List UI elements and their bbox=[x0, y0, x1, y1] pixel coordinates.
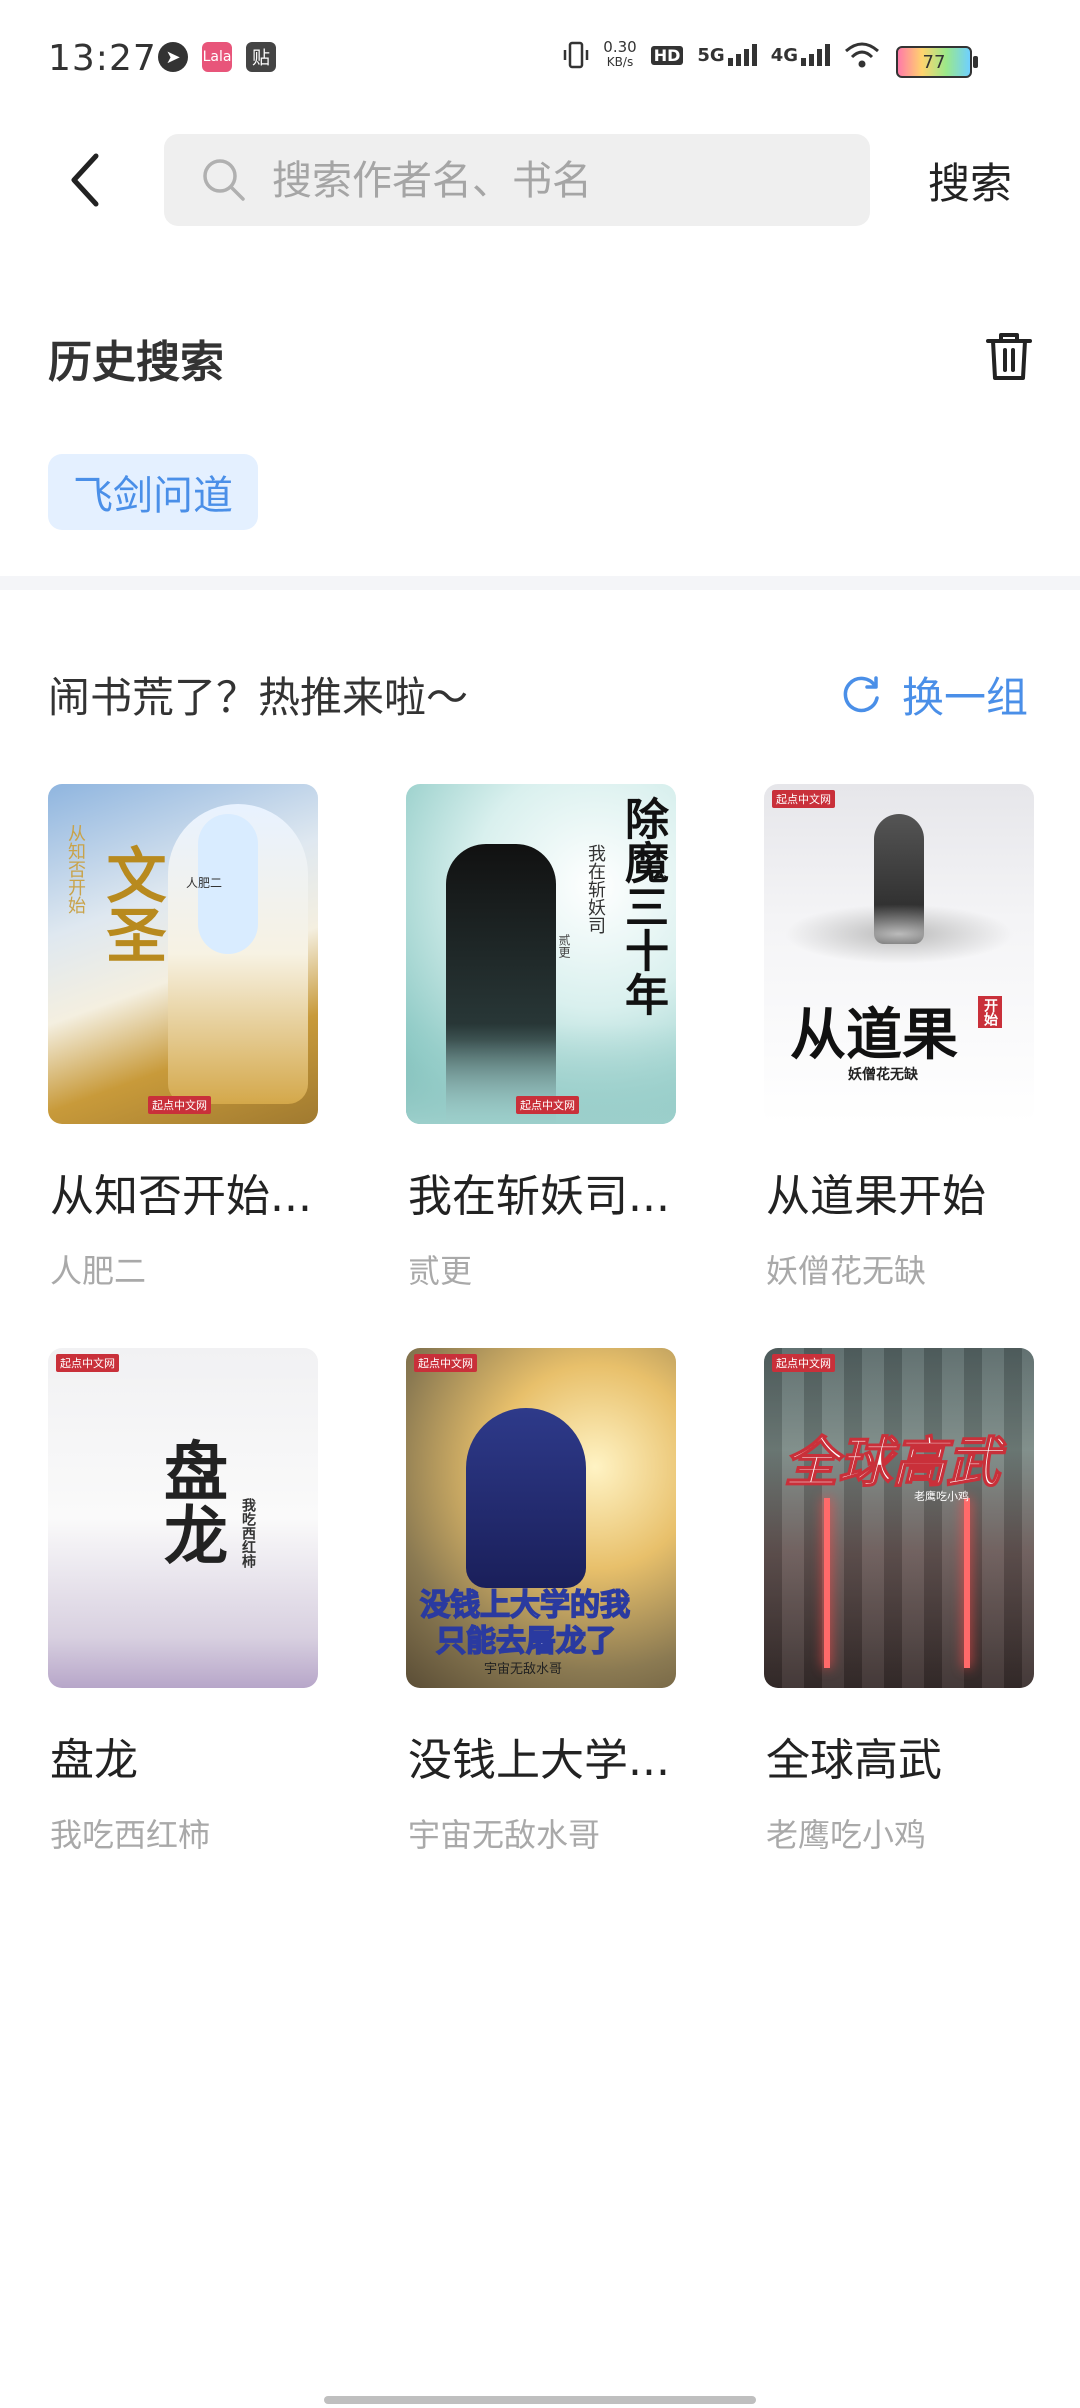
book-author: 人肥二 bbox=[50, 1252, 147, 1290]
book-author: 妖僧花无缺 bbox=[766, 1252, 927, 1290]
book-cover[interactable]: 没钱上大学的我 只能去屠龙了 宇宙无敌水哥 起点中文网 bbox=[406, 1348, 676, 1688]
history-title: 历史搜索 bbox=[48, 337, 224, 388]
book-card[interactable]: 除魔三十年 我在斩妖司 贰更 起点中文网 我在斩妖司... 贰更 bbox=[406, 784, 676, 1290]
vibrate-icon bbox=[564, 41, 589, 69]
refresh-label: 换一组 bbox=[902, 673, 1029, 722]
book-card[interactable]: 盘龙 我吃西红柿 起点中文网 盘龙 我吃西红柿 bbox=[48, 1348, 318, 1854]
book-title: 我在斩妖司... bbox=[408, 1171, 670, 1222]
back-button[interactable] bbox=[62, 150, 112, 210]
sim1-signal-icon: 5G bbox=[697, 44, 757, 66]
status-time: 13:27 bbox=[48, 38, 157, 79]
status-bar: 13:27 ➤ Lala 贴 0.30 KB/s HD 5G 4G 77 bbox=[0, 0, 1080, 120]
book-card[interactable]: 文圣 从知否开始 人肥二 起点中文网 从知否开始... 人肥二 bbox=[48, 784, 318, 1290]
book-cover[interactable]: 从道果 开始 妖僧花无缺 起点中文网 bbox=[764, 784, 1034, 1124]
recommend-title: 闹书荒了？热推来啦～ bbox=[48, 673, 469, 722]
wifi-icon bbox=[845, 42, 879, 68]
book-cover[interactable]: 全球高武 老鹰吃小鸡 起点中文网 bbox=[764, 1348, 1034, 1688]
trash-icon bbox=[986, 333, 1032, 380]
book-card[interactable]: 全球高武 老鹰吃小鸡 起点中文网 全球高武 老鹰吃小鸡 bbox=[764, 1348, 1034, 1854]
book-cover[interactable]: 除魔三十年 我在斩妖司 贰更 起点中文网 bbox=[406, 784, 676, 1124]
book-author: 贰更 bbox=[408, 1252, 473, 1290]
battery-icon: 77 bbox=[896, 46, 978, 78]
refresh-icon bbox=[843, 675, 879, 712]
book-cover[interactable]: 文圣 从知否开始 人肥二 起点中文网 bbox=[48, 784, 318, 1124]
book-author: 宇宙无敌水哥 bbox=[408, 1816, 601, 1854]
book-title: 从道果开始 bbox=[766, 1171, 986, 1222]
book-cover[interactable]: 盘龙 我吃西红柿 起点中文网 bbox=[48, 1348, 318, 1688]
search-box[interactable] bbox=[164, 134, 870, 228]
book-author: 老鹰吃小鸡 bbox=[766, 1816, 927, 1854]
search-icon bbox=[203, 159, 245, 201]
section-divider bbox=[0, 576, 1080, 590]
book-title: 全球高武 bbox=[766, 1735, 942, 1786]
notification-icons: ➤ Lala 贴 bbox=[158, 42, 276, 72]
book-card[interactable]: 没钱上大学的我 只能去屠龙了 宇宙无敌水哥 起点中文网 没钱上大学... 宇宙无… bbox=[406, 1348, 676, 1854]
book-card[interactable]: 从道果 开始 妖僧花无缺 起点中文网 从道果开始 妖僧花无缺 bbox=[764, 784, 1034, 1290]
search-button[interactable]: 搜索 bbox=[928, 150, 1012, 211]
search-screen: 13:27 ➤ Lala 贴 0.30 KB/s HD 5G 4G 77 搜索作… bbox=[0, 0, 1080, 2408]
lala-app-icon: Lala bbox=[202, 42, 232, 72]
book-title: 从知否开始... bbox=[50, 1171, 312, 1222]
book-title: 盘龙 bbox=[50, 1735, 138, 1786]
status-indicators: 0.30 KB/s HD 5G 4G bbox=[563, 40, 880, 70]
book-title: 没钱上大学... bbox=[408, 1735, 670, 1786]
chevron-left-icon bbox=[71, 153, 99, 207]
history-tag[interactable]: 飞剑问道 bbox=[48, 454, 258, 530]
network-speed: 0.30 KB/s bbox=[603, 38, 637, 70]
refresh-button[interactable]: 换一组 bbox=[840, 664, 1028, 725]
compass-icon: ➤ bbox=[158, 42, 188, 72]
hd-voice-icon: HD bbox=[650, 45, 684, 65]
book-author: 我吃西红柿 bbox=[50, 1816, 211, 1854]
clear-history-button[interactable] bbox=[984, 330, 1034, 382]
search-input[interactable] bbox=[270, 134, 854, 228]
home-indicator[interactable] bbox=[324, 2396, 756, 2404]
sim2-signal-icon: 4G bbox=[771, 44, 830, 66]
tieba-app-icon: 贴 bbox=[246, 42, 276, 72]
